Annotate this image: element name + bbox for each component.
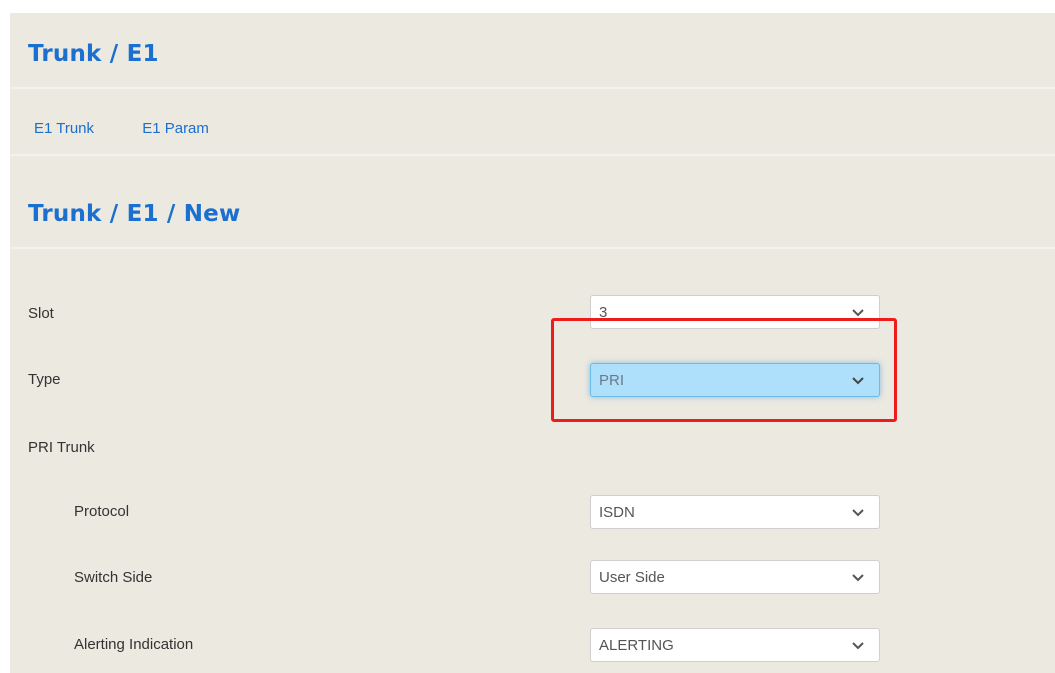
protocol-select[interactable]: ISDN — [590, 495, 880, 529]
type-value: PRI — [599, 372, 625, 389]
content-panel: Trunk / E1 E1 Trunk E1 Param Trunk / E1 … — [10, 13, 1055, 673]
chevron-down-icon — [852, 509, 864, 517]
switch-side-label: Switch Side — [74, 569, 153, 586]
type-select[interactable]: PRI — [590, 363, 880, 397]
alerting-indication-value: ALERTING — [599, 637, 674, 654]
chevron-down-icon — [852, 377, 864, 385]
tab-e1-param[interactable]: E1 Param — [142, 120, 209, 137]
slot-select[interactable]: 3 — [590, 295, 880, 329]
section-title: Trunk / E1 / New — [28, 201, 241, 227]
chevron-down-icon — [852, 309, 864, 317]
switch-side-value: User Side — [599, 569, 665, 586]
tab-e1-trunk[interactable]: E1 Trunk — [34, 120, 94, 137]
switch-side-select[interactable]: User Side — [590, 560, 880, 594]
alerting-indication-select[interactable]: ALERTING — [590, 628, 880, 662]
chevron-down-icon — [852, 642, 864, 650]
divider — [10, 87, 1055, 89]
pri-trunk-label: PRI Trunk — [28, 439, 95, 456]
divider — [10, 247, 1055, 249]
chevron-down-icon — [852, 574, 864, 582]
protocol-value: ISDN — [599, 504, 635, 521]
protocol-label: Protocol — [74, 503, 130, 520]
slot-label: Slot — [28, 305, 54, 322]
page-title: Trunk / E1 — [28, 41, 159, 67]
tab-bar: E1 Trunk E1 Param — [34, 120, 253, 137]
type-label: Type — [28, 371, 61, 388]
slot-value: 3 — [599, 304, 608, 321]
alerting-indication-label: Alerting Indication — [74, 636, 194, 653]
divider — [10, 154, 1055, 156]
